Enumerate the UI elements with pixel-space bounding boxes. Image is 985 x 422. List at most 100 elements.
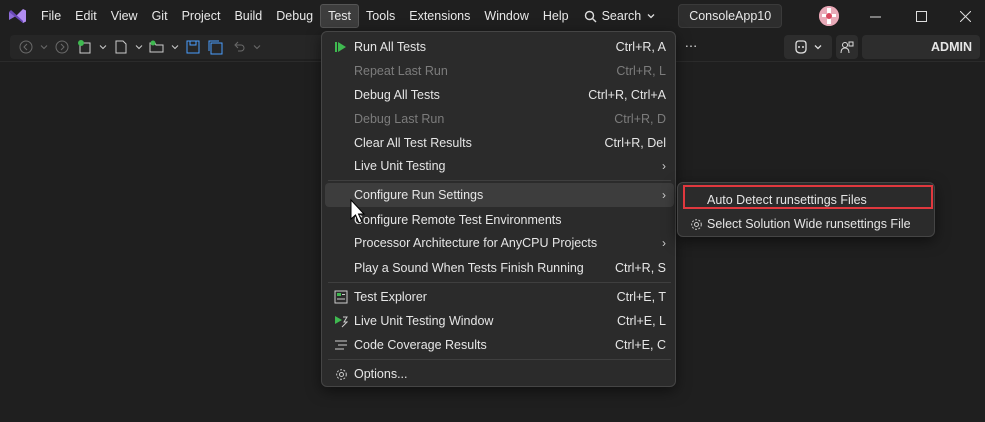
undo-icon[interactable] [229,37,249,57]
menu-item-shortcut: Ctrl+E, C [614,338,666,352]
run-all-icon [328,35,354,59]
menu-build[interactable]: Build [227,4,269,28]
menu-item-label: Live Unit Testing Window [354,314,494,328]
new-file-icon[interactable] [111,37,131,57]
close-icon [959,10,971,22]
chevron-right-icon: › [662,236,666,250]
menu-tools[interactable]: Tools [359,4,402,28]
menu-item-label: Clear All Test Results [354,136,472,150]
menu-item-run-all-tests[interactable]: Run All Tests Ctrl+R, A [325,35,674,59]
open-dropdown-icon[interactable] [170,37,180,57]
menu-item-options[interactable]: Options... [325,362,674,386]
navigate-back-icon[interactable] [16,37,36,57]
menu-item-debug-all-tests[interactable]: Debug All Tests Ctrl+R, Ctrl+A [325,83,674,107]
live-unit-testing-icon [328,309,354,333]
code-coverage-icon [328,333,354,357]
menu-item-live-unit-testing-window[interactable]: Live Unit Testing Window Ctrl+E, L [325,309,674,333]
menu-item-label: Live Unit Testing [354,159,446,173]
menu-item-shortcut: Ctrl+R, Del [604,136,666,150]
menu-extensions[interactable]: Extensions [402,4,477,28]
submenu-item-label: Select Solution Wide runsettings File [707,217,911,231]
menu-help[interactable]: Help [536,4,576,28]
menu-item-clear-all-test-results[interactable]: Clear All Test Results Ctrl+R, Del [325,131,674,155]
menu-edit[interactable]: Edit [68,4,104,28]
chevron-right-icon: › [662,188,666,202]
menu-item-shortcut: Ctrl+R, L [616,64,666,78]
menu-item-live-unit-testing[interactable]: Live Unit Testing › [325,154,674,178]
navigate-forward-icon[interactable] [52,37,72,57]
menu-separator [328,359,671,360]
copilot-button[interactable] [784,35,832,59]
menu-item-label: Run All Tests [354,40,427,54]
open-icon[interactable] [147,37,167,57]
search-icon [584,10,597,22]
menu-item-shortcut: Ctrl+E, L [617,314,666,328]
user-avatar-icon[interactable] [819,6,839,26]
menu-item-code-coverage-results[interactable]: Code Coverage Results Ctrl+E, C [325,333,674,357]
new-file-dropdown-icon[interactable] [134,37,144,57]
chevron-right-icon: › [662,159,666,173]
menu-debug[interactable]: Debug [269,4,320,28]
solution-name-badge: ConsoleApp10 [678,4,783,28]
menu-git[interactable]: Git [145,4,175,28]
save-icon[interactable] [183,37,203,57]
menu-item-label: Test Explorer [354,290,427,304]
menu-item-shortcut: Ctrl+R, D [614,112,666,126]
copilot-icon [795,40,807,54]
menu-item-label: Code Coverage Results [354,338,487,352]
close-window-button[interactable] [942,0,985,32]
menu-view[interactable]: View [104,4,145,28]
visual-studio-logo-icon[interactable] [6,5,28,27]
menu-item-shortcut: Ctrl+R, S [614,261,666,275]
minimize-icon [869,16,881,17]
new-project-icon[interactable] [75,37,95,57]
menu-item-shortcut: Ctrl+E, T [616,290,666,304]
chevron-down-icon [814,45,822,50]
menu-item-label: Debug All Tests [354,88,440,102]
menu-item-test-explorer[interactable]: Test Explorer Ctrl+E, T [325,285,674,309]
menu-item-label: Configure Remote Test Environments [354,213,562,227]
menu-window[interactable]: Window [477,4,535,28]
menu-item-label: Debug Last Run [354,112,445,126]
search-box[interactable]: Search [576,4,665,28]
menu-item-label: Configure Run Settings [354,188,484,202]
test-menu-dropdown: Run All Tests Ctrl+R, A Repeat Last Run … [321,31,676,387]
maximize-button[interactable] [898,0,944,32]
menu-separator [328,282,671,283]
undo-dropdown-icon[interactable] [252,37,262,57]
menu-item-debug-last-run[interactable]: Debug Last Run Ctrl+R, D [325,107,674,131]
new-project-dropdown-icon[interactable] [98,37,108,57]
menu-item-label: Options... [354,367,408,381]
live-share-icon [840,41,854,54]
minimize-button[interactable] [852,0,898,32]
submenu-item-select-solution-wide-runsettings[interactable]: Select Solution Wide runsettings File [681,212,933,236]
menu-item-label: Repeat Last Run [354,64,448,78]
menu-item-label: Play a Sound When Tests Finish Running [354,261,584,275]
highlight-annotation-box [683,185,933,209]
menu-item-play-sound[interactable]: Play a Sound When Tests Finish Running C… [325,256,674,280]
test-explorer-icon [328,285,354,309]
menu-project[interactable]: Project [175,4,228,28]
menu-item-processor-architecture[interactable]: Processor Architecture for AnyCPU Projec… [325,231,674,255]
toolbar-overflow-button[interactable]: ⋯ [680,35,702,59]
menu-item-label: Processor Architecture for AnyCPU Projec… [354,236,598,250]
navigate-back-dropdown-icon[interactable] [39,37,49,57]
menu-item-repeat-last-run[interactable]: Repeat Last Run Ctrl+R, L [325,59,674,83]
menu-test[interactable]: Test [320,4,360,28]
live-share-button[interactable] [836,35,858,59]
gear-icon [685,218,707,231]
gear-icon [328,362,354,386]
menu-separator [328,180,671,181]
menu-item-shortcut: Ctrl+R, A [615,40,666,54]
chevron-down-icon [647,14,655,19]
search-label: Search [601,9,642,23]
save-all-icon[interactable] [206,37,226,57]
user-account-label[interactable]: ADMIN [862,35,980,59]
standard-toolbar [10,35,330,59]
menu-file[interactable]: File [34,4,68,28]
menu-item-shortcut: Ctrl+R, Ctrl+A [588,88,666,102]
maximize-icon [915,10,927,22]
menu-item-configure-remote-test-environments[interactable]: Configure Remote Test Environments [325,208,674,232]
mouse-cursor-icon [350,198,366,228]
menu-item-configure-run-settings[interactable]: Configure Run Settings › [325,183,674,207]
